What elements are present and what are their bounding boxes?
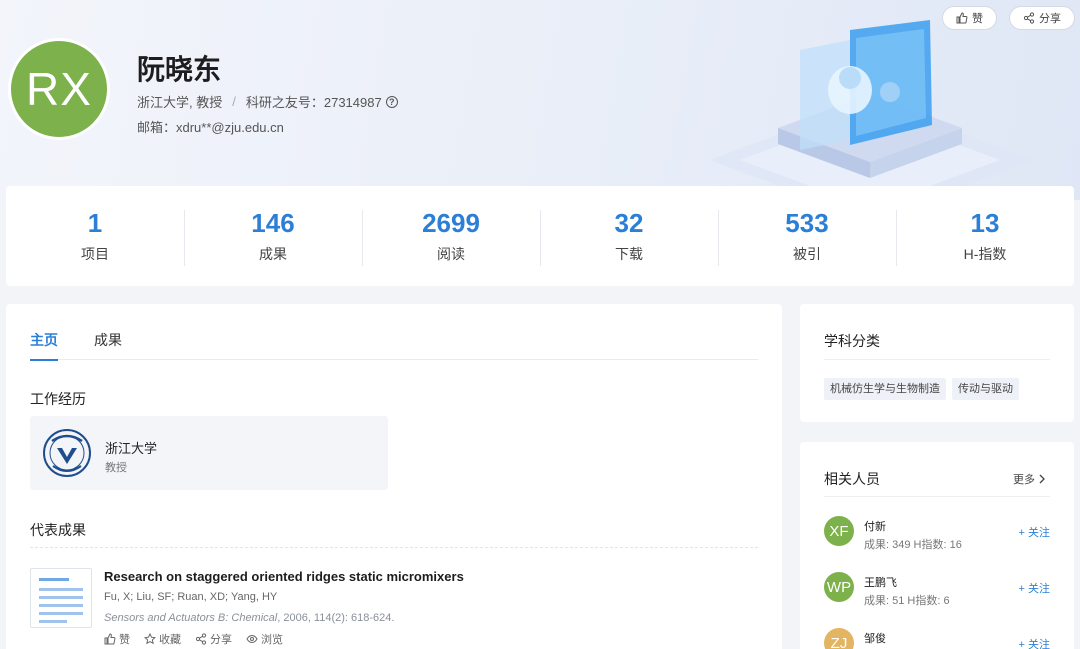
stat-label: 项目 xyxy=(81,246,109,262)
publication-title[interactable]: Research on staggered oriented ridges st… xyxy=(104,569,464,584)
publication-like-button[interactable]: 赞 xyxy=(104,631,130,647)
star-icon xyxy=(144,633,156,645)
work-history-title: 工作经历 xyxy=(30,391,86,407)
publication-share-button[interactable]: 分享 xyxy=(195,631,232,647)
divider xyxy=(824,359,1050,360)
stat-outputs[interactable]: 146 成果 xyxy=(184,208,362,266)
stat-value: 13 xyxy=(970,208,1000,238)
main-content-card: 主页 成果 工作经历 浙江大学 教授 代表成果 Research on stag… xyxy=(6,304,782,649)
person-avatar: XF xyxy=(824,516,854,546)
related-people-card: 相关人员 更多 XF 付新 成果: 349 H指数: 16 + 关注 WP 王鹏… xyxy=(800,442,1074,649)
journal-name: Sensors and Actuators B: Chemical xyxy=(104,612,278,624)
follow-button[interactable]: + 关注 xyxy=(1019,524,1050,540)
email: 邮箱：xdru**@zju.edu.cn xyxy=(137,120,284,135)
subject-tag[interactable]: 机械仿生学与生物制造 xyxy=(824,378,946,400)
document-icon[interactable] xyxy=(30,568,92,628)
publications-title: 代表成果 xyxy=(30,522,86,538)
stat-value: 146 xyxy=(251,208,295,238)
affiliation: 浙江大学, 教授 xyxy=(137,95,223,110)
related-title: 相关人员 xyxy=(824,471,880,487)
follow-button[interactable]: + 关注 xyxy=(1019,580,1050,596)
share-label: 分享 xyxy=(1039,13,1061,25)
stat-value: 1 xyxy=(87,208,103,238)
follow-button[interactable]: + 关注 xyxy=(1019,636,1050,649)
separator: / xyxy=(232,94,236,109)
stat-value: 2699 xyxy=(422,208,480,238)
tab-home[interactable]: 主页 xyxy=(30,330,58,361)
help-icon[interactable]: ? xyxy=(385,95,398,108)
stat-h-index[interactable]: 13 H-指数 xyxy=(896,208,1074,266)
eye-icon xyxy=(246,634,258,644)
subjects-title: 学科分类 xyxy=(824,333,880,349)
publication-favorite-button[interactable]: 收藏 xyxy=(144,631,181,647)
work-history-item[interactable]: 浙江大学 教授 xyxy=(30,416,388,490)
follow-label: 关注 xyxy=(1028,583,1050,595)
stat-label: 阅读 xyxy=(437,246,465,262)
stat-projects[interactable]: 1 项目 xyxy=(6,208,184,264)
share-label: 分享 xyxy=(210,634,232,646)
like-button[interactable]: 赞 xyxy=(942,6,997,30)
like-label: 赞 xyxy=(972,13,983,25)
follow-label: 关注 xyxy=(1028,639,1050,649)
profile-subline: 浙江大学, 教授 / 科研之友号：27314987 ? xyxy=(137,92,398,111)
publication-actions: 赞 收藏 分享 浏览 xyxy=(104,631,283,647)
publication-view-button[interactable]: 浏览 xyxy=(246,631,283,647)
tab-bar: 主页 成果 xyxy=(30,330,758,361)
subjects-card: 学科分类 机械仿生学与生物制造 传动与驱动 xyxy=(800,304,1074,422)
stat-value: 533 xyxy=(785,208,829,238)
stat-label: H-指数 xyxy=(963,246,1007,262)
stat-label: 被引 xyxy=(793,246,821,262)
stat-label: 下载 xyxy=(615,246,643,262)
like-label: 赞 xyxy=(119,634,130,646)
person-meta: 成果: 51 H指数: 6 xyxy=(864,595,950,607)
hero-illustration xyxy=(710,20,1035,195)
person-avatar: ZJ xyxy=(824,628,854,649)
profile-header: RX 阮晓东 浙江大学, 教授 / 科研之友号：27314987 ? 邮箱：xd… xyxy=(0,0,1080,200)
journal-details: , 2006, 114(2): 618-624. xyxy=(277,612,395,624)
view-label: 浏览 xyxy=(261,634,283,646)
person-avatar: WP xyxy=(824,572,854,602)
thumbs-up-icon xyxy=(956,12,968,24)
profile-name: 阮晓东 xyxy=(137,54,222,85)
share-icon xyxy=(195,633,207,645)
related-person[interactable]: WP 王鹏飞 成果: 51 H指数: 6 + 关注 xyxy=(824,572,1050,612)
divider xyxy=(824,496,1050,497)
stat-reads[interactable]: 2699 阅读 xyxy=(362,208,540,266)
person-meta: 成果: 349 H指数: 16 xyxy=(864,539,962,551)
subject-tag[interactable]: 传动与驱动 xyxy=(952,378,1019,400)
related-person[interactable]: ZJ 邹俊 + 关注 xyxy=(824,628,1050,649)
stat-citations[interactable]: 533 被引 xyxy=(718,208,896,266)
friend-id: 科研之友号：27314987 xyxy=(245,95,382,110)
work-org[interactable]: 浙江大学 xyxy=(105,438,157,457)
more-link[interactable]: 更多 xyxy=(1013,471,1047,487)
publication-authors: Fu, X; Liu, SF; Ruan, XD; Yang, HY xyxy=(104,591,278,603)
stat-label: 成果 xyxy=(259,246,287,262)
share-button[interactable]: 分享 xyxy=(1009,6,1075,30)
stat-value: 32 xyxy=(614,208,644,238)
avatar: RX xyxy=(8,38,110,140)
follow-label: 关注 xyxy=(1028,527,1050,539)
share-icon xyxy=(1023,12,1035,24)
tab-outputs[interactable]: 成果 xyxy=(94,330,122,360)
more-label: 更多 xyxy=(1013,474,1035,486)
work-position: 教授 xyxy=(105,462,127,474)
divider xyxy=(30,547,758,548)
thumbs-up-icon xyxy=(104,633,116,645)
stat-downloads[interactable]: 32 下载 xyxy=(540,208,718,266)
person-name[interactable]: 邹俊 xyxy=(864,630,886,646)
related-person[interactable]: XF 付新 成果: 349 H指数: 16 + 关注 xyxy=(824,516,1050,556)
favorite-label: 收藏 xyxy=(159,634,181,646)
publication-journal: Sensors and Actuators B: Chemical, 2006,… xyxy=(104,612,394,624)
university-logo xyxy=(43,429,91,477)
stats-bar: 1 项目 146 成果 2699 阅读 32 下载 533 被引 13 H-指数 xyxy=(6,186,1074,286)
chevron-right-icon xyxy=(1039,474,1045,484)
person-name[interactable]: 付新 xyxy=(864,518,886,534)
person-name[interactable]: 王鹏飞 xyxy=(864,574,897,590)
